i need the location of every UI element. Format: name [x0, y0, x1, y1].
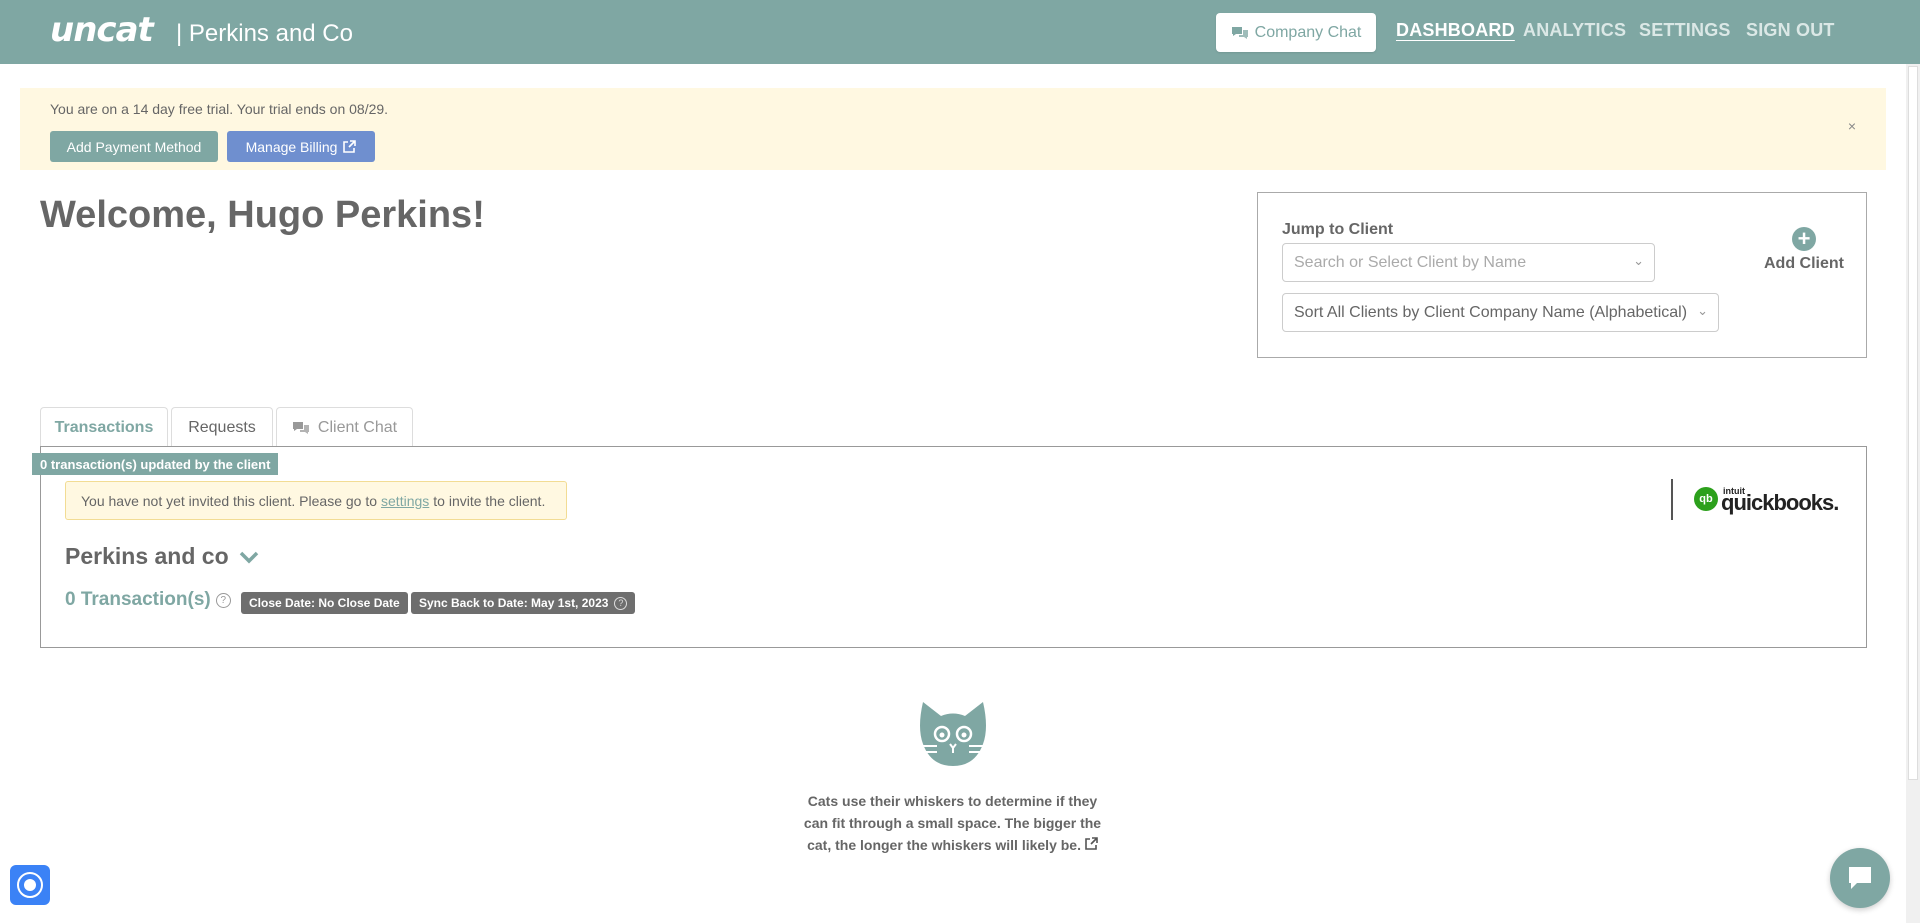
plus-circle-icon: + [1792, 227, 1816, 251]
company-chat-label: Company Chat [1254, 23, 1362, 41]
tab-client-chat-label: Client Chat [317, 418, 398, 436]
jump-to-client-title: Jump to Client [1282, 221, 1394, 238]
quickbooks-wordmark: quickbooks. [1721, 490, 1839, 515]
invite-text-pre: You have not yet invited this client. Pl… [81, 492, 378, 509]
sync-date-label: Sync Back to Date: May 1st, 2023 [419, 596, 609, 610]
help-icon[interactable]: ? [215, 592, 231, 608]
transaction-count-label: 0 Transaction(s) [65, 589, 211, 610]
scrollbar-thumb[interactable] [1908, 66, 1918, 780]
top-navbar: uncat | Perkins and Co Company Chat DASH… [0, 0, 1920, 64]
external-link-icon [343, 140, 357, 153]
invite-text-post: to invite the client. [433, 492, 546, 509]
company-name: | Perkins and Co [176, 20, 353, 47]
manage-billing-button[interactable]: Manage Billing [227, 131, 375, 162]
tab-client-chat[interactable]: Client Chat [276, 407, 413, 447]
close-icon[interactable]: × [1848, 118, 1856, 134]
cat-icon [920, 702, 986, 766]
chevron-down-icon [239, 551, 258, 563]
support-icon [17, 872, 43, 898]
uncat-logo[interactable]: uncat [50, 10, 154, 50]
cat-fact-text: Cats use their whiskers to determine if … [803, 793, 1102, 853]
add-payment-method-button[interactable]: Add Payment Method [50, 131, 218, 162]
trial-banner: You are on a 14 day free trial. Your tri… [20, 88, 1886, 170]
close-date-badge: Close Date: No Close Date [241, 592, 408, 614]
nav-dashboard[interactable]: DASHBOARD [1396, 20, 1515, 41]
nav-analytics[interactable]: ANALYTICS [1523, 20, 1626, 41]
trial-text: You are on a 14 day free trial. Your tri… [50, 101, 389, 117]
add-client-label: Add Client [1764, 255, 1844, 272]
quickbooks-logo-icon: qb [1694, 487, 1718, 511]
sync-date-badge: Sync Back to Date: May 1st, 2023 ? [411, 592, 636, 614]
nav-sign-out[interactable]: SIGN OUT [1746, 20, 1835, 41]
jump-to-client-box: Jump to Client Search or Select Client b… [1257, 192, 1867, 358]
company-chat-button[interactable]: Company Chat [1216, 13, 1376, 52]
manage-billing-label: Manage Billing [245, 138, 338, 155]
tab-requests[interactable]: Requests [171, 407, 273, 447]
help-icon[interactable]: ? [614, 596, 628, 610]
client-search-select[interactable]: Search or Select Client by Name ⌄ [1282, 243, 1655, 282]
divider [1671, 479, 1673, 520]
client-sort-select[interactable]: Sort All Clients by Client Company Name … [1282, 293, 1719, 332]
settings-link[interactable]: settings [381, 493, 429, 509]
chevron-down-icon: ⌄ [1697, 303, 1708, 318]
client-sort-value: Sort All Clients by Client Company Name … [1294, 303, 1688, 321]
chat-bubble-icon [1849, 867, 1871, 889]
chat-icon [292, 421, 309, 434]
client-name: Perkins and co [65, 543, 229, 569]
client-name-toggle[interactable]: Perkins and co [65, 543, 259, 570]
cat-fact: Cats use their whiskers to determine if … [800, 790, 1105, 856]
transaction-count: 0 Transaction(s) ? [65, 589, 231, 611]
nav-settings[interactable]: SETTINGS [1639, 20, 1731, 41]
invite-alert: You have not yet invited this client. Pl… [65, 481, 567, 520]
external-link-icon[interactable] [1085, 837, 1098, 850]
add-client-button[interactable]: + Add Client [1762, 227, 1846, 273]
transactions-panel [40, 446, 1867, 648]
tab-transactions[interactable]: Transactions [40, 407, 168, 447]
chat-icon [1231, 26, 1248, 39]
updated-transactions-badge: 0 transaction(s) updated by the client [32, 453, 279, 475]
chat-launcher-button[interactable] [1830, 848, 1890, 908]
welcome-heading: Welcome, Hugo Perkins! [40, 194, 485, 236]
support-widget-button[interactable] [10, 865, 50, 905]
client-search-placeholder: Search or Select Client by Name [1294, 253, 1527, 271]
chevron-down-icon: ⌄ [1633, 253, 1644, 268]
